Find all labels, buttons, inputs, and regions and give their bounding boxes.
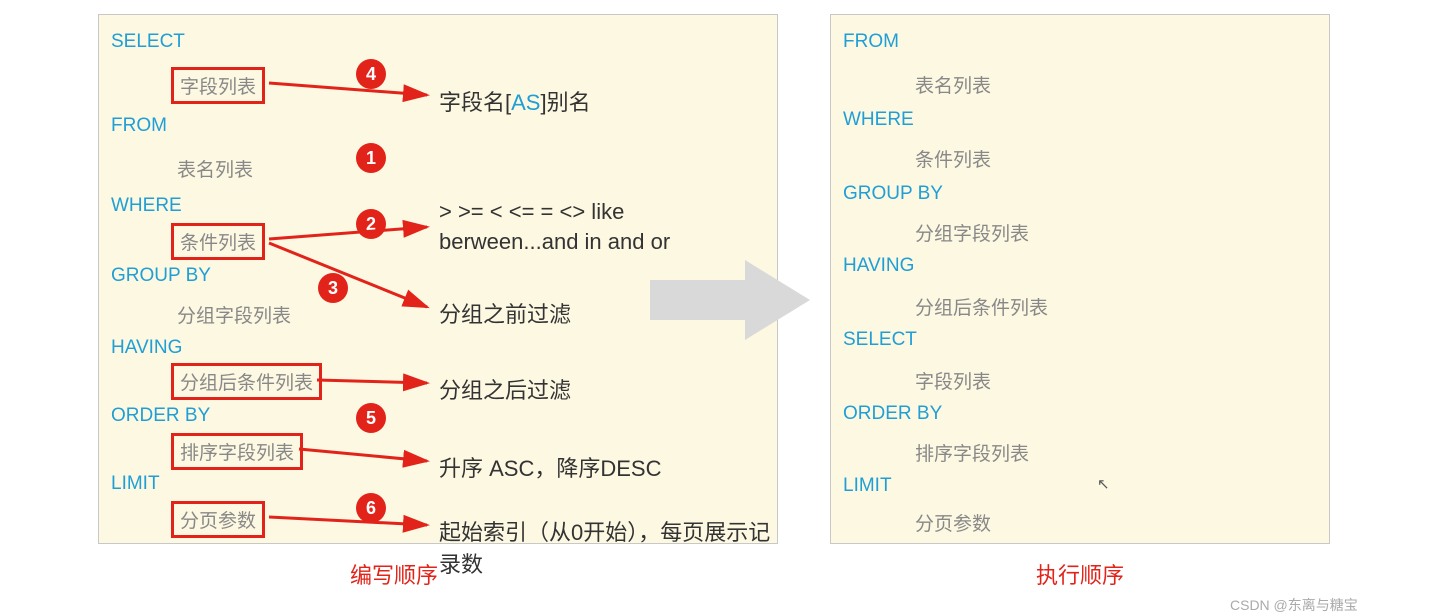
badge-3: 3	[318, 273, 348, 303]
right-panel: FROM 表名列表 WHERE 条件列表 GROUP BY 分组字段列表 HAV…	[830, 14, 1330, 544]
kw-where: WHERE	[111, 195, 182, 217]
r-sub-having: 分组后条件列表	[915, 293, 1048, 320]
box-limit-sub: 分页参数	[171, 501, 265, 538]
ann-select-as: AS	[511, 90, 540, 115]
r-sub-where: 条件列表	[915, 145, 991, 172]
ann-where-l1: > >= < <= = <> like	[439, 199, 624, 225]
ann-limit: 起始索引（从0开始），每页展示记录数	[439, 515, 777, 579]
sub-from: 表名列表	[177, 155, 253, 182]
r-sub-orderby: 排序字段列表	[915, 439, 1029, 466]
r-sub-limit: 分页参数	[915, 509, 991, 536]
kw-having: HAVING	[111, 337, 182, 359]
ann-having: 分组之后过滤	[439, 373, 571, 405]
r-kw-select: SELECT	[843, 329, 917, 351]
kw-limit: LIMIT	[111, 473, 160, 495]
r-sub-select: 字段列表	[915, 367, 991, 394]
kw-orderby: ORDER BY	[111, 405, 210, 427]
badge-4: 4	[356, 59, 386, 89]
r-kw-from: FROM	[843, 31, 899, 53]
ann-select-pre: 字段名[	[439, 90, 511, 115]
box-orderby-sub: 排序字段列表	[171, 433, 303, 470]
ann-select: 字段名[AS]别名	[439, 85, 591, 117]
watermark: CSDN @东离与糖宝	[1230, 595, 1358, 615]
r-kw-groupby: GROUP BY	[843, 183, 943, 205]
badge-1: 1	[356, 143, 386, 173]
kw-groupby: GROUP BY	[111, 265, 211, 287]
r-kw-where: WHERE	[843, 109, 914, 131]
cursor-icon: ↖	[1097, 475, 1110, 493]
ann-orderby: 升序 ASC，降序DESC	[439, 451, 661, 483]
big-arrow-icon	[650, 260, 810, 340]
r-kw-limit: LIMIT	[843, 475, 892, 497]
box-where-sub: 条件列表	[171, 223, 265, 260]
badge-6: 6	[356, 493, 386, 523]
r-sub-groupby: 分组字段列表	[915, 219, 1029, 246]
ann-groupby: 分组之前过滤	[439, 297, 571, 329]
ann-select-post: ]别名	[540, 90, 590, 115]
r-sub-from: 表名列表	[915, 71, 991, 98]
caption-left: 编写顺序	[350, 558, 438, 590]
r-kw-having: HAVING	[843, 255, 914, 277]
sub-groupby: 分组字段列表	[177, 301, 291, 328]
badge-2: 2	[356, 209, 386, 239]
kw-from: FROM	[111, 115, 167, 137]
ann-where-l2: berween...and in and or	[439, 229, 670, 255]
badge-5: 5	[356, 403, 386, 433]
r-kw-orderby: ORDER BY	[843, 403, 942, 425]
kw-select: SELECT	[111, 31, 185, 53]
box-having-sub: 分组后条件列表	[171, 363, 322, 400]
caption-right: 执行顺序	[1036, 558, 1124, 590]
box-select-sub: 字段列表	[171, 67, 265, 104]
